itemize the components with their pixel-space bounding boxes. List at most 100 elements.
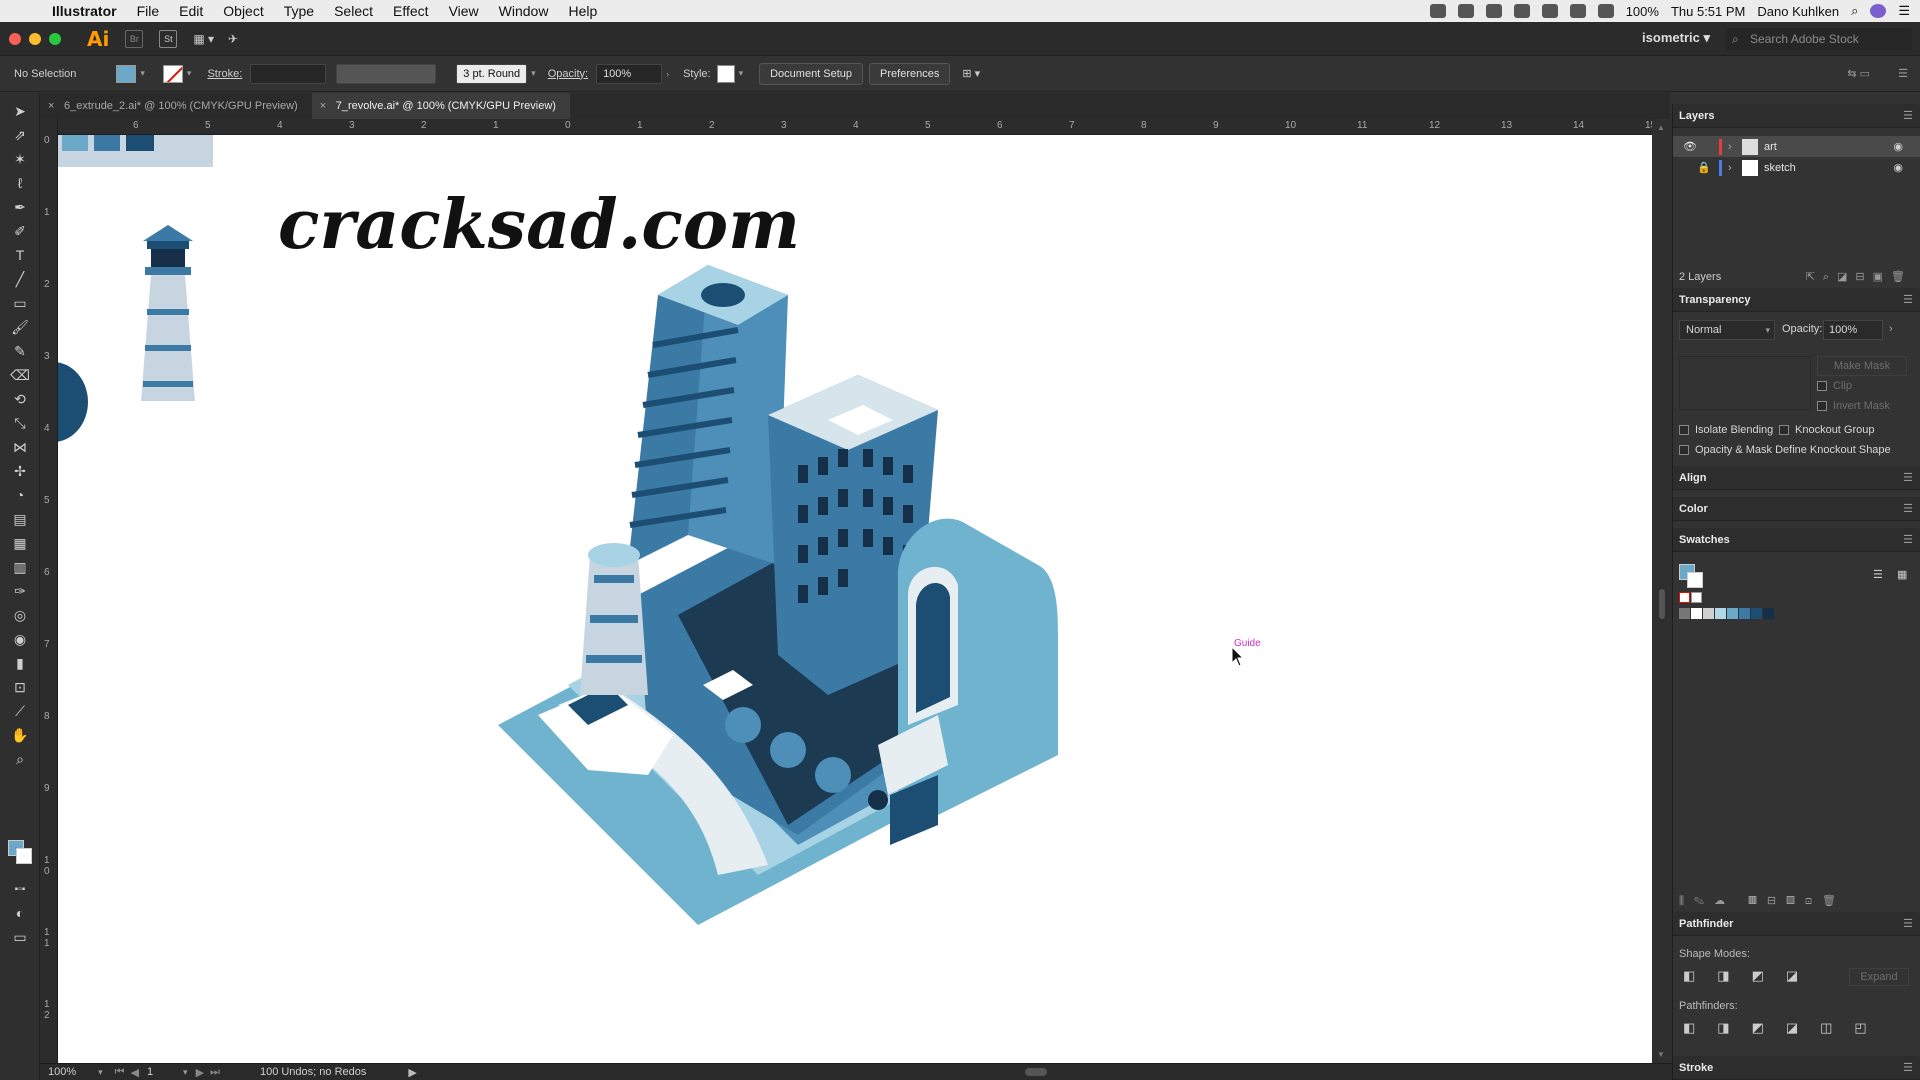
color-swatch[interactable] — [1715, 608, 1726, 619]
menu-view[interactable]: View — [439, 3, 489, 19]
artboard-number[interactable]: 1 — [147, 1066, 183, 1078]
lighthouse-illustration[interactable] — [133, 225, 203, 405]
align-panel-header[interactable]: Align ☰ — [1673, 466, 1920, 490]
blend-mode-select[interactable]: Normal ▾ — [1679, 320, 1775, 340]
color-panel-header[interactable]: Color ☰ — [1673, 497, 1920, 521]
variable-width-field[interactable] — [336, 63, 437, 84]
stock-search-input[interactable]: ⌕ Search Adobe Stock — [1726, 28, 1912, 50]
vertical-ruler[interactable]: 0 1 2 3 4 5 6 7 8 9 1 0 1 1 1 2 — [40, 119, 58, 1063]
zoom-window-button[interactable] — [49, 32, 61, 45]
gradient-tool-icon[interactable]: ▥ — [10, 557, 30, 577]
puppet-warp-tool-icon[interactable]: ✢ — [10, 461, 30, 481]
preferences-button[interactable]: Preferences — [869, 62, 951, 85]
lasso-tool-icon[interactable]: ℓ — [10, 173, 30, 193]
swatch-group-folder-icon[interactable] — [1679, 608, 1690, 619]
status-menu-arrow[interactable]: ▶ — [408, 1066, 416, 1079]
clip-checkbox[interactable]: Clip — [1817, 380, 1852, 392]
tab-document-2[interactable]: × 7_revolve.ai* @ 100% (CMYK/GPU Preview… — [311, 93, 570, 119]
spotlight-icon[interactable]: ⌕ — [1851, 3, 1858, 19]
color-swatch[interactable] — [1763, 608, 1774, 619]
layers-footer-icons[interactable]: ⇱⌕◪⊟▣🗑 — [1806, 266, 1913, 288]
scroll-thumb[interactable] — [1024, 1068, 1047, 1076]
previous-artboard-icon[interactable]: ◀ — [131, 1066, 139, 1079]
workspace-switcher[interactable]: isometric ▾ — [1642, 30, 1710, 46]
registration-swatch[interactable] — [1691, 592, 1702, 603]
swatches-footer-icons[interactable]: ⫼✎☁ ▦⊟▤⊡🗑 — [1679, 894, 1915, 908]
chevron-down-icon[interactable]: ▾ — [183, 1067, 188, 1078]
horizontal-scrollbar[interactable] — [425, 1066, 1575, 1078]
rectangle-tool-icon[interactable]: ▭ — [10, 293, 30, 313]
shaper-tool-icon[interactable]: ✎ — [10, 341, 30, 361]
style-swatch[interactable] — [716, 64, 735, 83]
clock[interactable]: Thu 5:51 PM — [1671, 4, 1745, 19]
layer-row-sketch[interactable]: 🔒 › sketch ◉ — [1673, 157, 1920, 178]
swatches-panel-header[interactable]: Swatches ☰ — [1673, 528, 1920, 552]
document-setup-button[interactable]: Document Setup — [759, 62, 864, 85]
dropbox-icon[interactable] — [1485, 4, 1502, 18]
menu-help[interactable]: Help — [558, 3, 607, 19]
curvature-tool-icon[interactable]: ✐ — [10, 221, 30, 241]
perspective-grid-tool-icon[interactable]: ▤ — [10, 509, 30, 529]
scroll-up-arrow[interactable]: ▲ — [1657, 123, 1665, 132]
color-swatch[interactable] — [1703, 608, 1714, 619]
panel-menu-icon[interactable]: ☰ — [1903, 288, 1913, 312]
volume-icon[interactable] — [1597, 4, 1614, 18]
gpu-performance-icon[interactable]: ✈ — [228, 32, 238, 46]
menu-app-name[interactable]: Illustrator — [42, 3, 127, 19]
panel-menu-icon[interactable]: ☰ — [1903, 466, 1913, 490]
scroll-down-arrow[interactable]: ▼ — [1657, 1050, 1665, 1059]
fill-swatch[interactable] — [116, 64, 137, 83]
target-circle-icon[interactable]: ◉ — [1893, 161, 1903, 174]
menu-file[interactable]: File — [127, 3, 170, 19]
artboard-tool-icon[interactable]: ⊡ — [10, 677, 30, 697]
make-mask-button[interactable]: Make Mask — [1817, 356, 1907, 376]
lock-icon[interactable]: 🔒 — [1697, 161, 1719, 174]
notification-center-icon[interactable]: ☰ — [1898, 3, 1910, 19]
sync-icon[interactable] — [1513, 4, 1530, 18]
layer-name[interactable]: sketch — [1764, 162, 1796, 174]
stroke-color-box[interactable] — [16, 848, 32, 864]
eraser-tool-icon[interactable]: ⌫ — [10, 365, 30, 385]
close-tab-icon[interactable]: × — [48, 93, 54, 119]
pen-tool-icon[interactable]: ✒ — [10, 197, 30, 217]
panel-menu-icon[interactable]: ☰ — [1903, 1056, 1913, 1080]
invert-mask-checkbox[interactable]: Invert Mask — [1817, 400, 1890, 412]
control-menu-icon[interactable]: ☰ — [1898, 67, 1908, 80]
slice-tool-icon[interactable]: ⟋ — [10, 701, 30, 721]
brush-definition[interactable]: 3 pt. Round — [456, 63, 528, 84]
panel-options-icon[interactable]: ⇆ ▭ — [1847, 67, 1870, 80]
arrange-icon[interactable]: ⊞ ▾ — [962, 67, 980, 80]
visibility-eye-icon[interactable]: 👁 — [1683, 140, 1697, 153]
target-circle-icon[interactable]: ◉ — [1893, 140, 1903, 153]
stroke-swatch[interactable] — [162, 64, 183, 83]
blend-tool-icon[interactable]: ◎ — [10, 605, 30, 625]
close-tab-icon[interactable]: × — [320, 93, 326, 119]
expand-chevron-icon[interactable]: › — [1728, 141, 1742, 153]
stroke-weight-field[interactable] — [250, 63, 327, 84]
record-icon[interactable] — [1429, 4, 1446, 18]
screen-mode-icon[interactable]: ▭ — [10, 927, 30, 947]
expand-chevron-icon[interactable]: › — [1728, 162, 1742, 174]
width-tool-icon[interactable]: ⋈ — [10, 437, 30, 457]
tab-document-1[interactable]: × 6_extrude_2.ai* @ 100% (CMYK/GPU Previ… — [40, 93, 312, 119]
panel-menu-icon[interactable]: ☰ — [1903, 104, 1913, 128]
zoom-tool-icon[interactable]: ⌕ — [10, 749, 30, 769]
layer-name[interactable]: art — [1764, 141, 1777, 153]
chevron-down-icon[interactable]: ▾ — [98, 1067, 103, 1078]
circle-shape-partial[interactable] — [58, 362, 88, 442]
selection-tool-icon[interactable]: ➤ — [10, 101, 30, 121]
menu-object[interactable]: Object — [213, 3, 273, 19]
swatch-row[interactable] — [1679, 608, 1915, 619]
pathfinder-buttons[interactable]: ◧◨◩◪◫◰ — [1683, 1020, 1889, 1036]
scroll-thumb[interactable] — [1659, 589, 1665, 619]
hand-tool-icon[interactable]: ✋ — [10, 725, 30, 745]
chevron-down-icon[interactable]: ▾ — [739, 68, 744, 79]
transparency-panel-header[interactable]: Transparency ☰ — [1673, 288, 1920, 312]
grid-view-icon[interactable]: ▦ — [1897, 568, 1907, 581]
shape-builder-tool-icon[interactable]: ◔ — [10, 485, 30, 505]
arrange-documents-icon[interactable]: ▦ ▾ — [193, 32, 214, 46]
knockout-group-checkbox[interactable]: Knockout Group — [1779, 424, 1875, 436]
opacity-label[interactable]: Opacity: — [548, 68, 588, 80]
expand-button[interactable]: Expand — [1849, 968, 1909, 986]
color-swatch[interactable] — [1691, 608, 1702, 619]
